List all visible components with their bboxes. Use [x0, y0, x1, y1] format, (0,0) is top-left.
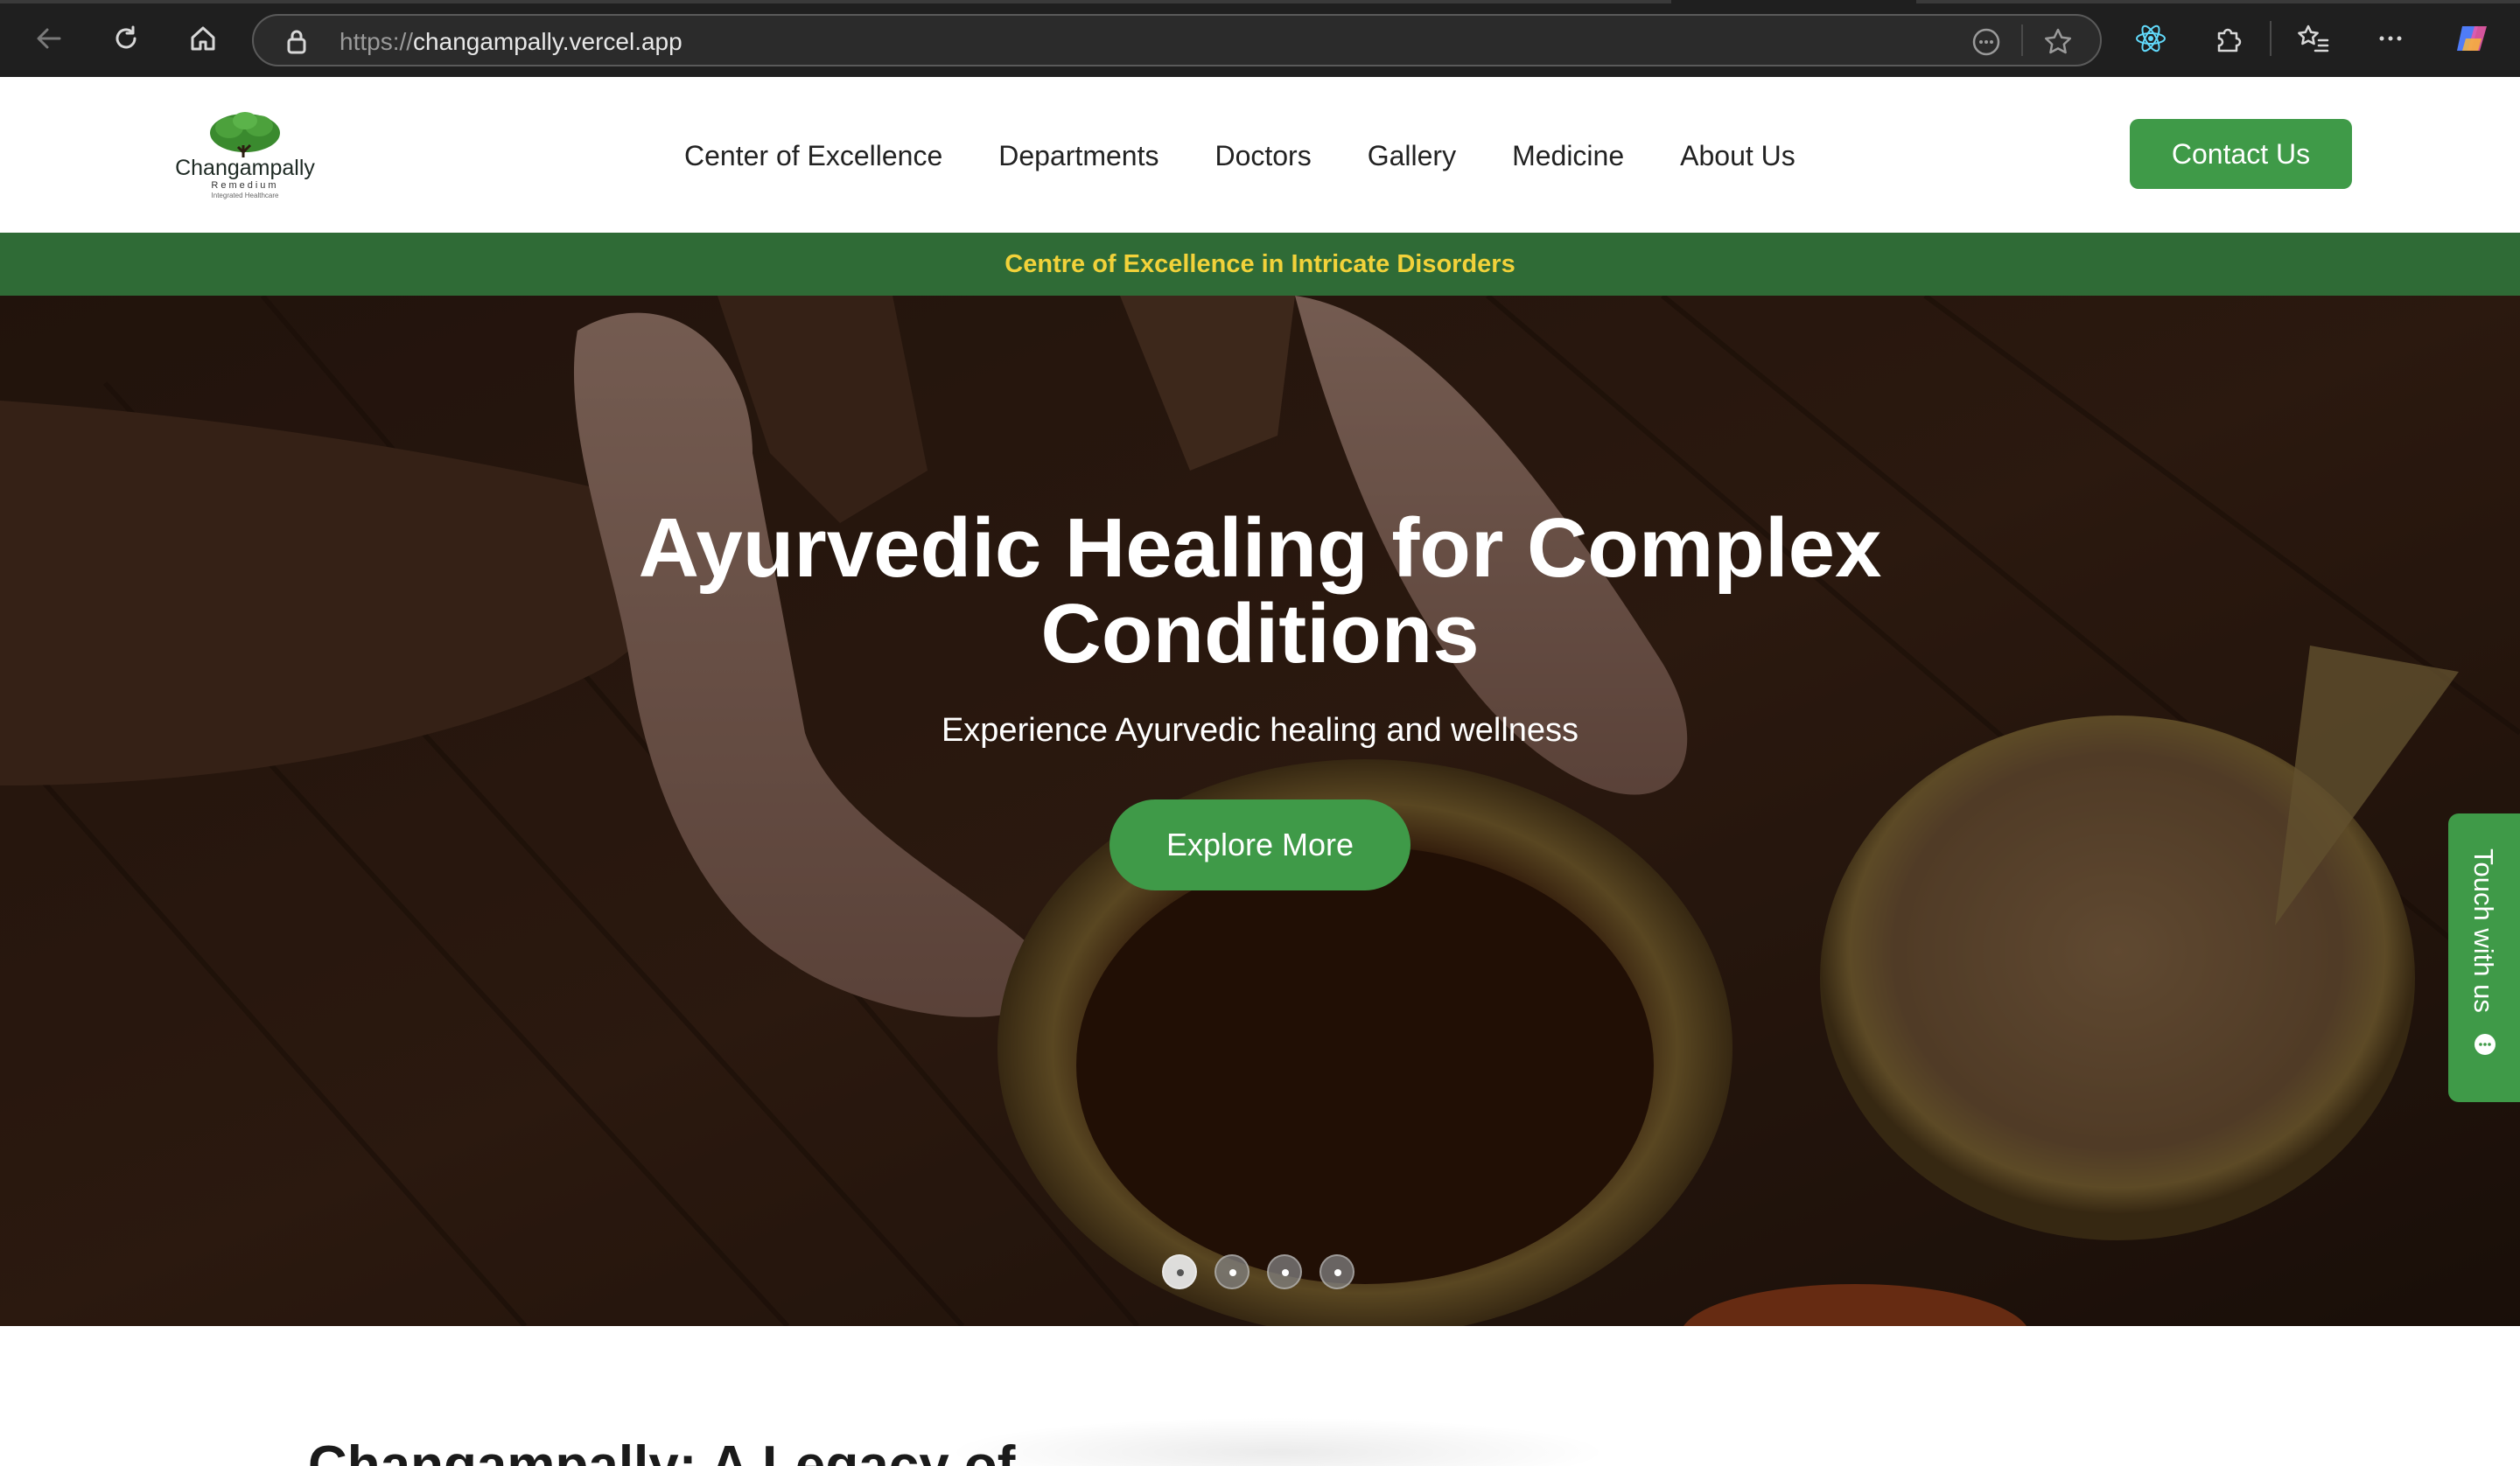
favorites-list-icon [2298, 24, 2329, 52]
carousel-pagination [1162, 1254, 1354, 1289]
hero-carousel: Ayurvedic Healing for Complex Conditions… [0, 296, 2520, 1326]
address-bar[interactable]: https://changampally.vercel.app [252, 14, 2102, 66]
banner-text: Centre of Excellence in Intricate Disord… [1004, 249, 1516, 278]
decorative-shadow [945, 1417, 1610, 1466]
section-title: Changampally: A Legacy of [308, 1435, 1016, 1466]
home-icon [191, 26, 215, 51]
url-scheme: https:// [340, 28, 414, 55]
explore-more-button[interactable]: Explore More [1110, 799, 1410, 890]
home-button[interactable] [182, 17, 224, 59]
contact-us-button[interactable]: Contact Us [2130, 119, 2352, 189]
nav-gallery[interactable]: Gallery [1368, 140, 1456, 172]
logo-name[interactable]: Changampally [175, 156, 315, 181]
nav-medicine[interactable]: Medicine [1512, 140, 1624, 172]
hero-title: Ayurvedic Healing for Complex Conditions [0, 506, 2520, 677]
back-arrow-icon [37, 28, 61, 49]
chat-bubble-icon [2474, 1034, 2496, 1055]
logo-tagline: Integrated Healthcare [211, 192, 279, 199]
divider [2270, 21, 2272, 56]
reading-mode-icon[interactable] [1970, 26, 2002, 58]
more-options-button[interactable] [2370, 17, 2412, 59]
copilot-icon [2457, 26, 2487, 51]
browser-toolbar: https://changampally.vercel.app [0, 0, 2520, 77]
react-atom-icon [2136, 24, 2166, 52]
puzzle-icon [2217, 28, 2242, 52]
favorite-star-icon[interactable] [2042, 26, 2074, 58]
tab-strip-right [1916, 0, 2520, 3]
touch-with-us-label: Touch with us [2468, 848, 2499, 1013]
hero-title-line-1: Ayurvedic Healing for Complex [638, 501, 1882, 595]
favorites-button[interactable] [2292, 17, 2334, 59]
copilot-button[interactable] [2452, 17, 2494, 59]
more-dots-icon [2379, 36, 2402, 41]
nav-about-us[interactable]: About Us [1680, 140, 1796, 172]
url-host: changampally.vercel.app [413, 28, 682, 55]
react-devtools-button[interactable] [2130, 17, 2172, 59]
back-button[interactable] [28, 17, 70, 59]
reload-button[interactable] [105, 17, 147, 59]
nav-center-of-excellence[interactable]: Center of Excellence [684, 140, 942, 172]
hero-title-line-2: Conditions [1040, 587, 1480, 681]
hero-subtitle: Experience Ayurvedic healing and wellnes… [941, 712, 1579, 749]
carousel-dot-2[interactable] [1214, 1254, 1250, 1289]
main-nav: Center of Excellence Departments Doctors… [684, 140, 1852, 172]
divider [2021, 24, 2023, 56]
carousel-dot-3[interactable] [1267, 1254, 1302, 1289]
carousel-dot-4[interactable] [1320, 1254, 1354, 1289]
tab-strip [0, 0, 1671, 3]
reload-icon [116, 25, 136, 49]
touch-with-us-tab[interactable]: Touch with us [2448, 813, 2520, 1102]
carousel-dot-1[interactable] [1162, 1254, 1197, 1289]
nav-doctors[interactable]: Doctors [1214, 140, 1311, 172]
lock-icon[interactable] [284, 28, 310, 56]
extensions-button[interactable] [2207, 17, 2249, 59]
logo-subtitle: Remedium [211, 180, 279, 191]
announcement-banner: Centre of Excellence in Intricate Disord… [0, 233, 2520, 296]
nav-departments[interactable]: Departments [998, 140, 1158, 172]
url-text[interactable]: https://changampally.vercel.app [340, 28, 682, 56]
site-header: Changampally Remedium Integrated Healthc… [0, 77, 2520, 233]
